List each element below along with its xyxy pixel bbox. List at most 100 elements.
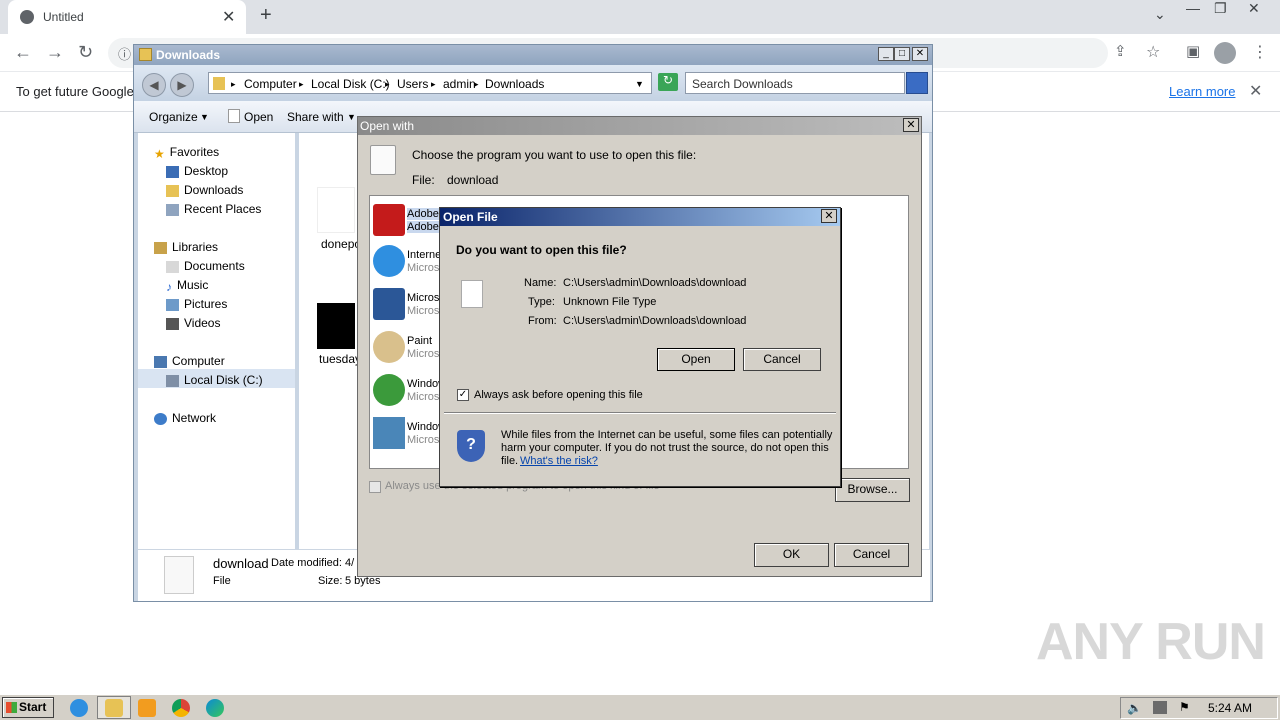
- browser-tab[interactable]: Untitled ✕: [8, 0, 246, 34]
- file-name: download: [447, 173, 499, 187]
- open-with-titlebar[interactable]: Open with ✕: [358, 117, 921, 135]
- back-button[interactable]: ◀: [142, 73, 166, 97]
- close-button[interactable]: ✕: [912, 47, 928, 61]
- open-file-titlebar[interactable]: Open File ✕: [440, 208, 840, 226]
- open-with-title: Open with: [360, 119, 415, 133]
- nav-pictures[interactable]: Pictures: [166, 297, 227, 311]
- nav-recent-places[interactable]: Recent Places: [166, 202, 261, 216]
- close-infobar-icon[interactable]: ✕: [1249, 81, 1262, 101]
- browse-button[interactable]: Browse...: [835, 478, 910, 502]
- breadcrumb-computer[interactable]: Computer: [244, 77, 297, 91]
- profile-avatar[interactable]: [1214, 42, 1236, 64]
- close-button[interactable]: ✕: [903, 118, 919, 132]
- address-bar-row: ◀ ▶ ▸ Computer ▸ Local Disk (C:) ▸ Users…: [134, 65, 932, 101]
- nav-documents[interactable]: Documents: [166, 259, 245, 273]
- bookmark-star-icon[interactable]: ☆: [1146, 42, 1160, 62]
- flag-icon[interactable]: ⚑: [1179, 700, 1190, 714]
- reload-icon[interactable]: ↻: [78, 42, 93, 63]
- breadcrumb-arrow-icon[interactable]: ▸: [474, 79, 479, 90]
- details-size-label: Size:: [318, 575, 343, 587]
- adobe-icon: [373, 204, 405, 236]
- file-name[interactable]: tuesday: [319, 352, 361, 366]
- recent-places-icon: [166, 203, 179, 216]
- breadcrumb-admin[interactable]: admin: [443, 77, 476, 91]
- explorer-taskbar-button[interactable]: [97, 696, 131, 719]
- open-button[interactable]: Open: [244, 110, 273, 124]
- restore-icon[interactable]: ❐: [1214, 0, 1227, 17]
- nav-local-disk[interactable]: Local Disk (C:): [166, 373, 263, 387]
- maximize-button[interactable]: □: [894, 47, 910, 61]
- file-thumbnail[interactable]: [317, 303, 355, 349]
- forward-icon[interactable]: →: [46, 42, 64, 63]
- file-thumbnail[interactable]: [317, 187, 355, 233]
- organize-button[interactable]: Organize: [149, 110, 198, 124]
- address-bar[interactable]: ▸ Computer ▸ Local Disk (C:) ▸ Users ▸ a…: [208, 72, 652, 94]
- learn-more-link[interactable]: Learn more: [1169, 84, 1235, 99]
- info-icon[interactable]: ⓘ: [118, 44, 131, 63]
- name-label: Name:: [524, 277, 557, 289]
- start-button[interactable]: Start: [2, 697, 54, 718]
- share-icon[interactable]: ⇪: [1114, 42, 1127, 60]
- close-tab-icon[interactable]: ✕: [222, 7, 235, 27]
- refresh-icon[interactable]: ↻: [658, 73, 678, 91]
- libraries-icon: [154, 241, 167, 254]
- organize-dropdown-icon[interactable]: ▼: [200, 112, 209, 122]
- back-icon[interactable]: ←: [14, 42, 32, 63]
- paint-icon: [373, 331, 405, 363]
- breadcrumb-arrow-icon[interactable]: ▸: [385, 79, 390, 90]
- nav-videos[interactable]: Videos: [166, 316, 220, 330]
- always-ask-checkbox[interactable]: ✓: [457, 389, 469, 401]
- breadcrumb-arrow-icon[interactable]: ▸: [431, 79, 436, 90]
- warning-line: harm your computer. If you do not trust …: [501, 442, 829, 454]
- new-tab-button[interactable]: +: [260, 4, 272, 27]
- tab-title: Untitled: [43, 10, 84, 24]
- whats-the-risk-link[interactable]: What's the risk?: [520, 455, 598, 467]
- volume-icon[interactable]: 🔈: [1127, 701, 1142, 715]
- breadcrumb-arrow-icon[interactable]: ▸: [231, 79, 236, 90]
- nav-music[interactable]: ♪ Music: [166, 278, 208, 294]
- nav-desktop[interactable]: Desktop: [166, 164, 228, 178]
- minimize-button[interactable]: _: [878, 47, 894, 61]
- cancel-button[interactable]: Cancel: [743, 348, 821, 371]
- open-file-title: Open File: [443, 210, 498, 224]
- forward-button[interactable]: ▶: [170, 73, 194, 97]
- from-value: C:\Users\admin\Downloads\download: [563, 315, 747, 327]
- share-with-button[interactable]: Share with: [287, 110, 344, 124]
- drive-icon: [166, 374, 179, 387]
- open-button[interactable]: Open: [657, 348, 735, 371]
- computer-icon: [154, 355, 167, 368]
- nav-network[interactable]: Network: [154, 411, 216, 425]
- explorer-title: Downloads: [156, 48, 221, 62]
- nav-libraries[interactable]: Libraries: [154, 240, 218, 254]
- minimize-icon[interactable]: —: [1186, 0, 1200, 16]
- address-dropdown-icon[interactable]: ▼: [635, 79, 644, 89]
- menu-icon[interactable]: ⋮: [1252, 42, 1268, 62]
- explorer-titlebar[interactable]: Downloads _ □ ✕: [134, 45, 932, 65]
- file-name[interactable]: donepo: [321, 237, 361, 251]
- close-button[interactable]: ✕: [821, 209, 837, 223]
- ie-taskbar-icon[interactable]: [70, 699, 88, 717]
- nav-downloads[interactable]: Downloads: [166, 183, 243, 197]
- close-window-icon[interactable]: ✕: [1248, 0, 1260, 17]
- chevron-down-icon[interactable]: ⌄: [1154, 6, 1166, 23]
- nav-computer[interactable]: Computer: [154, 354, 225, 368]
- search-placeholder: Search Downloads: [692, 77, 793, 91]
- search-icon[interactable]: [906, 72, 928, 94]
- ok-button[interactable]: OK: [754, 543, 829, 567]
- breadcrumb-users[interactable]: Users: [397, 77, 428, 91]
- cancel-button[interactable]: Cancel: [834, 543, 909, 567]
- edge-taskbar-icon[interactable]: [206, 699, 224, 717]
- media-player-taskbar-icon[interactable]: [138, 699, 156, 717]
- breadcrumb-downloads[interactable]: Downloads: [485, 77, 544, 91]
- search-input[interactable]: Search Downloads: [685, 72, 905, 94]
- side-panel-icon[interactable]: ▣: [1186, 42, 1200, 60]
- clock: 5:24 AM: [1208, 701, 1253, 715]
- breadcrumb-local-disk[interactable]: Local Disk (C:): [311, 77, 390, 91]
- nav-favorites[interactable]: ★ Favorites: [154, 145, 219, 161]
- always-use-checkbox[interactable]: [369, 481, 381, 493]
- navigation-pane: ★ Favorites Desktop Downloads Recent Plac…: [138, 133, 295, 549]
- breadcrumb-arrow-icon[interactable]: ▸: [299, 79, 304, 90]
- share-dropdown-icon[interactable]: ▼: [347, 112, 356, 122]
- network-tray-icon[interactable]: [1153, 701, 1167, 714]
- chrome-taskbar-icon[interactable]: [172, 699, 190, 717]
